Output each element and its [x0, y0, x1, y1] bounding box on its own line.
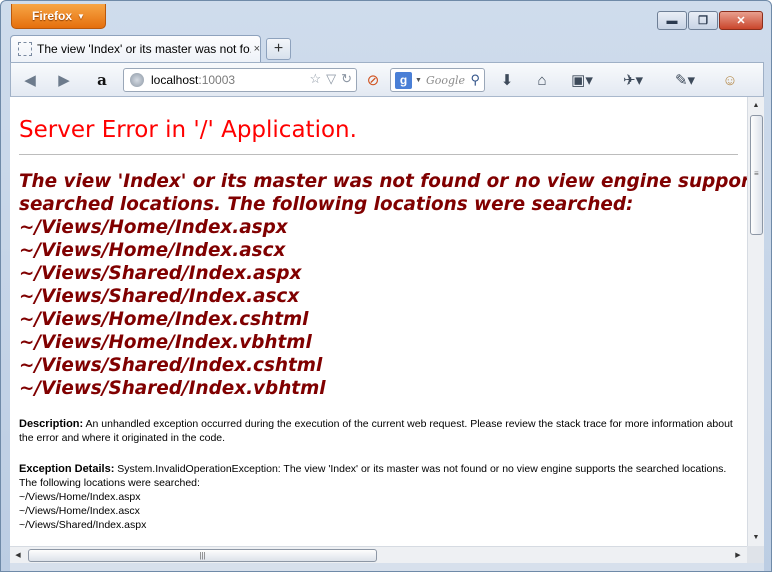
- url-port: :10003: [198, 73, 236, 87]
- url-tools: ☆ ▽ ↻: [309, 71, 352, 87]
- scroll-left-icon[interactable]: ◀: [10, 547, 26, 563]
- google-icon[interactable]: g: [395, 71, 412, 89]
- searched-location: ~/Views/Home/Index.vbhtml: [19, 332, 312, 353]
- error-message: The view 'Index' or its master was not f…: [19, 170, 747, 400]
- searched-location: ~/Views/Home/Index.cshtml: [19, 309, 309, 330]
- search-bar[interactable]: g ▼ Google ⚲: [390, 68, 485, 92]
- exception-location: ~/Views/Shared/Index.aspx: [19, 519, 147, 531]
- searched-location: ~/Views/Shared/Index.vbhtml: [19, 378, 326, 399]
- chevron-down-icon: ▼: [77, 11, 85, 21]
- stop-icon[interactable]: ⊘: [363, 69, 383, 91]
- scroll-up-icon[interactable]: ▲: [748, 97, 764, 113]
- searched-location: ~/Views/Home/Index.aspx: [19, 217, 288, 238]
- back-icon[interactable]: ◀: [19, 69, 41, 91]
- scroll-down-icon[interactable]: ▼: [748, 529, 764, 545]
- tool-icon[interactable]: ✈▾: [615, 69, 651, 91]
- amazon-icon[interactable]: a: [91, 69, 113, 91]
- tab-strip: The view 'Index' or its master was not f…: [10, 34, 764, 62]
- scroll-right-icon[interactable]: ▶: [730, 547, 746, 563]
- browser-window: Firefox ▼ ▬ ❐ ✕ The view 'Index' or its …: [0, 0, 772, 572]
- window-controls: ▬ ❐ ✕: [657, 11, 763, 30]
- scrollbar-corner: [747, 546, 764, 563]
- home-icon[interactable]: ⌂: [531, 69, 553, 91]
- description-text: An unhandled exception occurred during t…: [19, 418, 733, 444]
- firefox-menu-label: Firefox: [32, 9, 73, 23]
- tab-active[interactable]: The view 'Index' or its master was not f…: [10, 35, 261, 62]
- reload-icon[interactable]: ↻: [341, 71, 352, 87]
- window-bottom-frame: [10, 563, 764, 571]
- description-block: Description: An unhandled exception occu…: [19, 417, 738, 445]
- new-tab-button[interactable]: +: [266, 38, 291, 60]
- page-title: Server Error in '/' Application.: [19, 117, 357, 143]
- error-message-line: The view 'Index' or its master was not f…: [19, 171, 747, 192]
- searched-location: ~/Views/Home/Index.ascx: [19, 240, 286, 261]
- horizontal-scroll-thumb[interactable]: |||: [28, 549, 377, 562]
- exception-location: ~/Views/Home/Index.aspx: [19, 491, 141, 503]
- minimize-button[interactable]: ▬: [657, 11, 687, 30]
- description-label: Description:: [19, 418, 84, 430]
- exception-location: ~/Views/Home/Index.ascx: [19, 505, 140, 517]
- dropmarker-icon[interactable]: ▽: [326, 71, 336, 87]
- downloads-icon[interactable]: ⬇: [497, 69, 517, 91]
- navigation-toolbar: ◀ ▶ a localhost:10003 ☆ ▽ ↻ ⊘ g ▼ Google…: [10, 62, 764, 97]
- restore-button[interactable]: ❐: [688, 11, 718, 30]
- grip-icon: ≡: [754, 169, 759, 178]
- searched-location: ~/Views/Shared/Index.cshtml: [19, 355, 323, 376]
- addon-face-icon[interactable]: ☺: [719, 69, 741, 91]
- divider: [19, 154, 738, 155]
- bookmarks-icon[interactable]: ▣▾: [567, 69, 597, 91]
- forward-icon[interactable]: ▶: [53, 69, 75, 91]
- vertical-scroll-thumb[interactable]: ≡: [750, 115, 763, 235]
- url-host: localhost: [151, 73, 199, 87]
- exception-block: Exception Details: System.InvalidOperati…: [19, 462, 738, 532]
- exception-label: Exception Details:: [19, 463, 115, 475]
- chevron-down-icon[interactable]: ▼: [415, 77, 422, 84]
- page-viewport: Server Error in '/' Application. The vie…: [10, 97, 747, 546]
- exception-text: System.InvalidOperationException: The vi…: [19, 463, 727, 489]
- bookmark-star-icon[interactable]: ☆: [309, 71, 321, 87]
- tab-title: The view 'Index' or its master was not f…: [37, 42, 251, 56]
- url-bar[interactable]: localhost:10003 ☆ ▽ ↻: [123, 68, 357, 92]
- horizontal-scrollbar[interactable]: ◀ ||| ▶: [10, 546, 747, 563]
- close-window-button[interactable]: ✕: [719, 11, 763, 30]
- eyedropper-icon[interactable]: ✎▾: [667, 69, 703, 91]
- searched-location: ~/Views/Shared/Index.ascx: [19, 286, 300, 307]
- search-icon[interactable]: ⚲: [470, 72, 480, 88]
- firefox-menu-button[interactable]: Firefox ▼: [11, 4, 106, 29]
- globe-icon: [130, 73, 144, 87]
- page-content: Server Error in '/' Application. The vie…: [10, 97, 747, 532]
- search-input[interactable]: Google: [426, 74, 465, 87]
- searched-location: ~/Views/Shared/Index.aspx: [19, 263, 302, 284]
- vertical-scrollbar[interactable]: ▲ ≡ ▼: [747, 97, 764, 546]
- error-message-line: searched locations. The following locati…: [19, 194, 634, 215]
- page-favicon-icon: [18, 42, 32, 56]
- tab-close-icon[interactable]: ×: [254, 43, 260, 55]
